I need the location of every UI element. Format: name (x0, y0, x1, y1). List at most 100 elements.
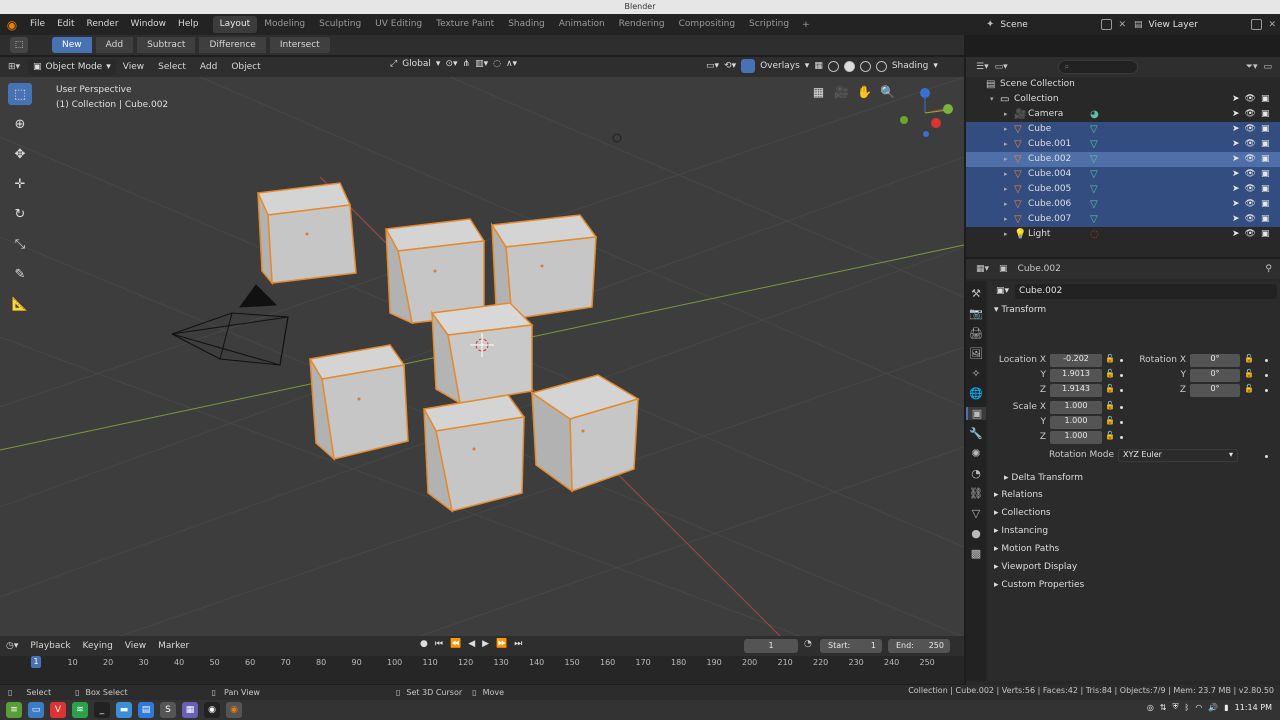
world-tab-icon[interactable]: 🌐 (969, 387, 983, 400)
tab-rendering[interactable]: Rendering (612, 16, 672, 33)
transform-panel-header[interactable]: ▾ Transform (988, 301, 1280, 319)
falloff-icon[interactable]: ∧▾ (506, 59, 517, 69)
lock-icon[interactable]: 🔓 (1105, 369, 1115, 378)
menu-help[interactable]: Help (172, 14, 205, 35)
cube-object[interactable] (530, 374, 640, 493)
overlays-toggle-icon[interactable] (741, 59, 756, 73)
object-data-icon[interactable]: ▽ (1090, 212, 1098, 227)
wireframe-shading-icon[interactable] (827, 60, 839, 72)
camera-render-icon[interactable]: ▣ (1261, 107, 1270, 122)
camera-render-icon[interactable]: ▣ (1261, 197, 1270, 212)
expand-toggle-icon[interactable]: ▸ (1004, 182, 1008, 197)
keyframe-dot-icon[interactable] (1265, 374, 1268, 377)
menu-file[interactable]: File (24, 14, 51, 35)
tab-compositing[interactable]: Compositing (672, 16, 742, 33)
cube-objects[interactable] (256, 182, 640, 513)
panel-motion-paths[interactable]: ▸ Motion Paths (988, 540, 1280, 558)
sublime-icon[interactable]: S (160, 702, 176, 718)
panel-collections[interactable]: ▸ Collections (988, 504, 1280, 522)
menu-icon[interactable]: ≡ (6, 702, 22, 718)
camera-render-icon[interactable]: ▣ (1261, 227, 1270, 242)
expand-toggle-icon[interactable]: ▸ (1004, 212, 1008, 227)
tab-uv-editing[interactable]: UV Editing (368, 16, 429, 33)
new-collection-icon[interactable]: ▭ (1263, 62, 1272, 72)
menu-select[interactable]: Select (151, 62, 193, 72)
object-data-icon[interactable]: ▽ (1090, 197, 1098, 212)
select-toggle-icon[interactable]: ➤ (1232, 197, 1240, 212)
menu-playback[interactable]: Playback (24, 641, 76, 651)
rotation-x-field[interactable]: 0° (1190, 354, 1240, 367)
mode-dropdown[interactable]: ▣ Object Mode ▾ (28, 59, 116, 75)
steam-icon[interactable]: ◎ (1147, 703, 1154, 712)
view-layer-selector[interactable]: ▤ View Layer ✕ (1134, 16, 1276, 33)
object-data-icon[interactable]: ▽ (1090, 137, 1098, 152)
eye-icon[interactable]: 👁 (1245, 167, 1256, 182)
3d-viewport[interactable]: User Perspective (1) Collection | Cube.0… (0, 77, 964, 636)
light-object[interactable] (612, 133, 622, 143)
expand-toggle-icon[interactable]: ▸ (1004, 167, 1008, 182)
location-x-field[interactable]: -0.202 (1050, 354, 1102, 367)
vivaldi-icon[interactable]: V (50, 702, 66, 718)
material-shading-icon[interactable] (859, 60, 871, 72)
eye-icon[interactable]: 👁 (1245, 152, 1256, 167)
scale-icon[interactable]: ⤡ (8, 233, 32, 255)
proportional-edit-icon[interactable]: ◌ (493, 59, 501, 69)
battery-icon[interactable]: ▮ (1224, 703, 1228, 712)
select-box-icon[interactable]: ⬚ (8, 83, 32, 105)
keyframe-dot-icon[interactable] (1120, 359, 1123, 362)
select-toggle-icon[interactable]: ➤ (1232, 227, 1240, 242)
tab-shading[interactable]: Shading (501, 16, 552, 33)
scene-tab-icon[interactable]: ✧ (971, 367, 980, 380)
select-toggle-icon[interactable]: ➤ (1232, 212, 1240, 227)
mode-intersect-button[interactable]: Intersect (269, 37, 330, 53)
keyframe-dot-icon[interactable] (1120, 421, 1123, 424)
expand-toggle-icon[interactable]: ▸ (1004, 137, 1008, 152)
rotation-y-field[interactable]: 0° (1190, 369, 1240, 382)
outliner-row-scene-collection[interactable]: ▤ Scene Collection (966, 77, 1280, 92)
volume-icon[interactable]: 🔊 (1208, 703, 1218, 712)
wifi-icon[interactable]: ◠ (1195, 703, 1202, 712)
keyframe-dot-icon[interactable] (1265, 455, 1268, 458)
camera-render-icon[interactable]: ▣ (1261, 212, 1270, 227)
keyframe-dot-icon[interactable] (1265, 389, 1268, 392)
spotify-icon[interactable]: ≋ (72, 702, 88, 718)
rotate-icon[interactable]: ↻ (8, 203, 32, 225)
keyframe-dot-icon[interactable] (1120, 389, 1123, 392)
delta-transform-panel[interactable]: ▸ Delta Transform (998, 469, 1083, 487)
keyframe-dot-icon[interactable] (1120, 436, 1123, 439)
panel-viewport-display[interactable]: ▸ Viewport Display (988, 558, 1280, 576)
end-frame-field[interactable]: End: 250 (888, 639, 950, 653)
scale-x-field[interactable]: 1.000 (1050, 401, 1102, 414)
menu-edit[interactable]: Edit (51, 14, 80, 35)
expand-toggle-icon[interactable]: ▸ (1004, 107, 1008, 122)
lock-icon[interactable]: 🔓 (1244, 369, 1254, 378)
add-workspace-button[interactable]: + (796, 20, 816, 30)
stopwatch-icon[interactable]: ◔ (804, 639, 812, 649)
expand-toggle-icon[interactable]: ▸ (1004, 227, 1008, 242)
location-z-field[interactable]: 1.9143 (1050, 384, 1102, 397)
select-toggle-icon[interactable]: ➤ (1232, 137, 1240, 152)
camera-render-icon[interactable]: ▣ (1261, 182, 1270, 197)
play-icon[interactable]: ▶ (482, 639, 489, 649)
menu-keying[interactable]: Keying (77, 641, 119, 651)
select-toggle-icon[interactable]: ➤ (1232, 92, 1240, 107)
outliner-row-cube-007[interactable]: ▸ ▽ Cube.007 ▽ ➤ 👁 ▣ (966, 212, 1280, 227)
overlays-dropdown[interactable]: Overlays (760, 61, 800, 71)
menu-render[interactable]: Render (81, 14, 125, 35)
lock-icon[interactable]: 🔓 (1244, 384, 1254, 393)
security-icon[interactable]: ⛨ (1173, 702, 1179, 712)
gizmo-icon[interactable]: ⟲▾ (724, 61, 736, 71)
outliner-row-light[interactable]: ▸ 💡 Light ◌ ➤ 👁 ▣ (966, 227, 1280, 242)
object-data-icon[interactable]: ▽ (1090, 122, 1098, 137)
select-tool-icon[interactable]: ⬚ (10, 37, 28, 53)
camera-render-icon[interactable]: ▣ (1261, 122, 1270, 137)
keyframe-dot-icon[interactable] (1120, 406, 1123, 409)
object-data-icon[interactable]: ◌ (1090, 227, 1099, 242)
transform-move-icon[interactable]: ✛ (8, 173, 32, 195)
blender-app-icon[interactable]: ◉ (226, 702, 242, 718)
expand-toggle-icon[interactable]: ▸ (1004, 122, 1008, 137)
menu-view[interactable]: View (116, 62, 151, 72)
files-icon[interactable]: ▭ (28, 702, 44, 718)
frame-ruler[interactable]: 0102030405060708090100110120130140150160… (0, 656, 964, 670)
eye-icon[interactable]: 👁 (1245, 227, 1256, 242)
